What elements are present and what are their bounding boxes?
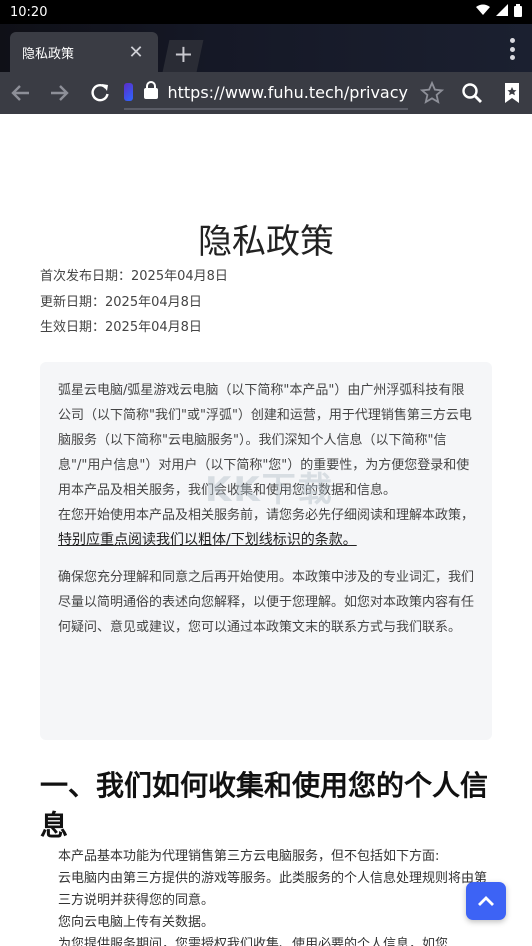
section-line: 云电脑内由第三方提供的游戏等服务。此类服务的个人信息处理规则将由第三方说明并获得… — [58, 871, 488, 908]
signal-icon — [496, 4, 508, 20]
battery-icon — [514, 3, 522, 21]
section-heading: 一、我们如何收集和使用您的个人信息 — [40, 769, 489, 842]
search-icon — [462, 83, 482, 103]
wifi-icon — [476, 4, 490, 20]
section-body: 本产品基本功能为代理销售第三方云电脑服务，但不包括如下方面: 云电脑内由第三方提… — [58, 846, 498, 946]
consent-paragraph: 确保您充分理解和同意之后再开始使用。本政策中涉及的专业词汇，我们尽量以简明通俗的… — [58, 570, 475, 635]
new-tab-button[interactable]: + — [162, 40, 204, 72]
watermark-logo: KK下载 — [205, 470, 334, 510]
back-to-top-button[interactable] — [466, 882, 506, 920]
bookmark-star-button[interactable] — [412, 72, 452, 114]
back-button[interactable] — [0, 72, 40, 114]
site-favicon-icon — [124, 83, 134, 101]
tab-strip: 隐私政策 ✕ + — [0, 24, 532, 72]
chevron-up-icon — [478, 896, 494, 906]
close-icon[interactable]: ✕ — [126, 42, 146, 63]
tab-title: 隐私政策 — [22, 46, 75, 62]
star-icon — [420, 81, 444, 104]
forward-button[interactable] — [40, 72, 80, 114]
date-list: 首次发布日期：2025年04月8日 更新日期：2025年04月8日 生效日期：2… — [40, 264, 228, 341]
first-published-date: 首次发布日期：2025年04月8日 — [40, 269, 228, 284]
forward-arrow-icon — [51, 85, 69, 101]
reload-button[interactable] — [80, 72, 120, 114]
bookmarks-button[interactable] — [492, 72, 532, 114]
url-text: https://www.fuhu.tech/privacy — [167, 82, 408, 102]
status-time: 10:20 — [10, 4, 48, 20]
menu-icon[interactable] — [510, 38, 516, 60]
page-content: 隐私政策 首次发布日期：2025年04月8日 更新日期：2025年04月8日 生… — [0, 114, 532, 946]
search-button[interactable] — [452, 72, 492, 114]
address-bar[interactable]: https://www.fuhu.tech/privacy — [124, 76, 408, 110]
effective-date: 生效日期：2025年04月8日 — [40, 320, 202, 335]
updated-date: 更新日期：2025年04月8日 — [40, 294, 202, 310]
section-line: 您向云电脑上传有关数据。 — [58, 915, 215, 930]
plus-icon: + — [173, 40, 194, 68]
section-line: 本产品基本功能为代理销售第三方云电脑服务，但不包括如下方面: — [58, 849, 440, 864]
emphasis-notice: 特别应重点阅读我们以粗体/下划线标识的条款。 — [58, 532, 357, 548]
section-line: 为您提供服务期间，您需授权我们收集、使用必要的个人信息，如您 — [58, 937, 449, 946]
back-arrow-icon — [11, 85, 29, 101]
status-bar: 10:20 — [0, 0, 532, 24]
lock-icon — [143, 81, 159, 103]
intro-box: 弧星云电脑/弧星游戏云电脑（以下简称"本产品"）由广州浮弧科技有限公司（以下简称… — [40, 362, 492, 740]
browser-toolbar: https://www.fuhu.tech/privacy — [0, 72, 532, 114]
bookmark-icon — [505, 83, 519, 103]
page-title: 隐私政策 — [198, 222, 334, 262]
tab-privacy[interactable]: 隐私政策 ✕ — [10, 32, 158, 72]
reload-icon — [91, 83, 109, 102]
